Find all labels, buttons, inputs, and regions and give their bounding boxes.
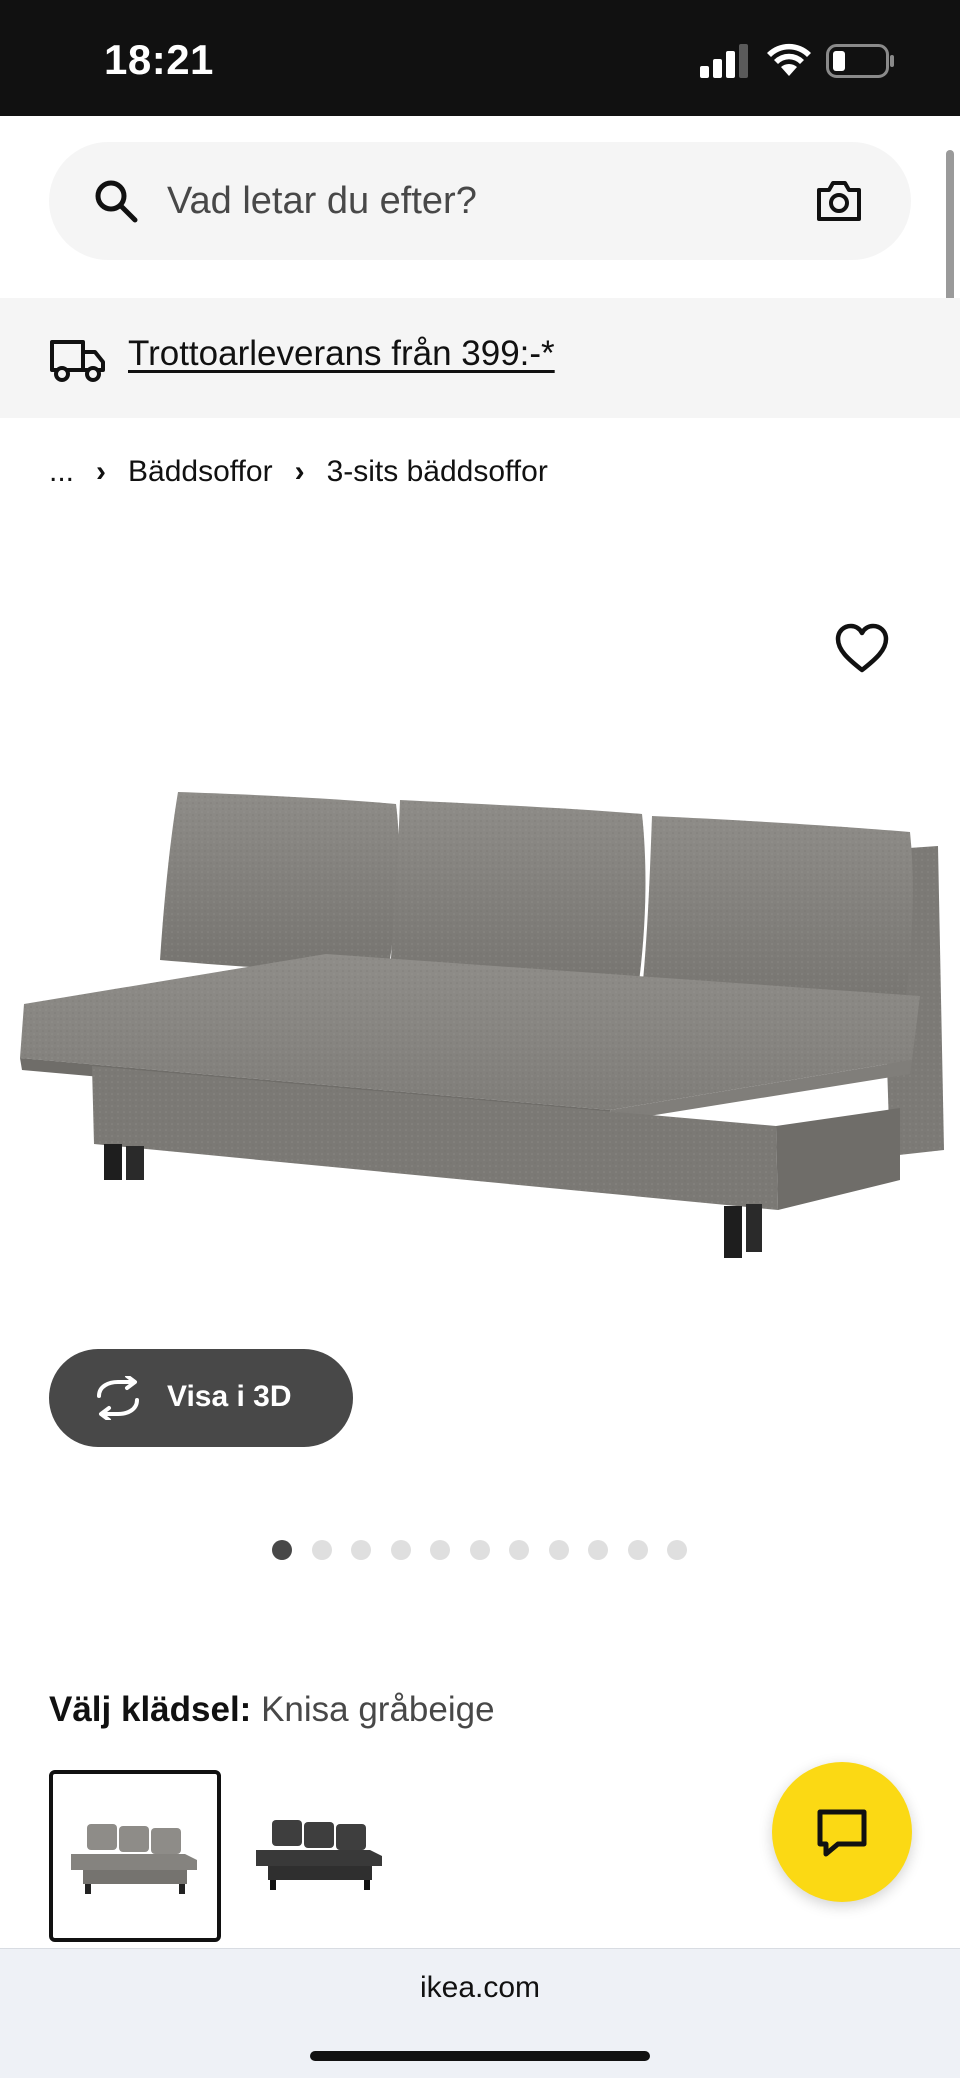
search-input[interactable] bbox=[167, 172, 767, 230]
view-3d-button[interactable]: Visa i 3D bbox=[49, 1349, 353, 1447]
sofa-thumbnail-dark bbox=[256, 1820, 382, 1890]
status-bar: 18:21 bbox=[0, 0, 960, 116]
battery-icon bbox=[826, 44, 894, 78]
pagination-dot[interactable] bbox=[548, 1540, 569, 1560]
pagination-dot[interactable] bbox=[351, 1540, 371, 1560]
pagination-dot[interactable] bbox=[588, 1540, 608, 1560]
pagination-dot[interactable] bbox=[272, 1540, 292, 1560]
truck-icon bbox=[50, 340, 105, 382]
variant-heading: Välj klädsel: Knisa gråbeige bbox=[49, 1690, 495, 1730]
pagination-dot[interactable] bbox=[311, 1540, 332, 1560]
pagination-dot[interactable] bbox=[430, 1540, 450, 1560]
camera-icon[interactable] bbox=[815, 178, 863, 224]
variant-swatch-dark-grey[interactable] bbox=[238, 1770, 410, 1942]
breadcrumb-separator-icon: › bbox=[294, 455, 305, 488]
breadcrumb-ellipsis[interactable]: ... bbox=[49, 455, 74, 489]
pagination-dot[interactable] bbox=[390, 1540, 411, 1560]
image-pagination bbox=[272, 1540, 707, 1562]
view-3d-label: Visa i 3D bbox=[167, 1380, 292, 1413]
rotate-3d-icon bbox=[97, 1376, 139, 1420]
search-bar[interactable] bbox=[49, 142, 911, 260]
pagination-dot[interactable] bbox=[667, 1540, 687, 1560]
breadcrumb-item-baddsoffor[interactable]: Bäddsoffor bbox=[128, 455, 273, 489]
browser-url[interactable]: ikea.com bbox=[0, 1971, 960, 2005]
product-image-sofa[interactable] bbox=[0, 760, 960, 1380]
heart-icon[interactable] bbox=[834, 622, 890, 674]
home-indicator[interactable] bbox=[310, 2051, 650, 2061]
chat-button[interactable] bbox=[772, 1762, 912, 1902]
delivery-link[interactable]: Trottoarleverans från 399:-* bbox=[128, 334, 555, 374]
chat-bubble-icon bbox=[817, 1809, 867, 1857]
status-time: 18:21 bbox=[104, 36, 214, 83]
breadcrumb-item-3-sits[interactable]: 3-sits bäddsoffor bbox=[327, 455, 548, 489]
cellular-signal-icon bbox=[700, 44, 748, 78]
pagination-dot[interactable] bbox=[509, 1540, 529, 1560]
breadcrumb-separator-icon: › bbox=[96, 455, 107, 488]
breadcrumb: ... › Bäddsoffor › 3-sits bäddsoffor bbox=[49, 450, 548, 494]
search-icon[interactable] bbox=[93, 178, 139, 224]
pagination-dot[interactable] bbox=[627, 1540, 648, 1560]
browser-address-bar[interactable]: ikea.com bbox=[0, 1948, 960, 2078]
variant-swatch-knisa-grabeige[interactable] bbox=[49, 1770, 221, 1942]
delivery-banner: Trottoarleverans från 399:-* bbox=[0, 298, 960, 418]
sofa-thumbnail-grey bbox=[71, 1824, 197, 1894]
pagination-dot[interactable] bbox=[469, 1540, 490, 1560]
variant-selected-value: Knisa gråbeige bbox=[261, 1690, 495, 1729]
wifi-icon bbox=[767, 43, 811, 76]
variant-label: Välj klädsel: bbox=[49, 1690, 252, 1729]
